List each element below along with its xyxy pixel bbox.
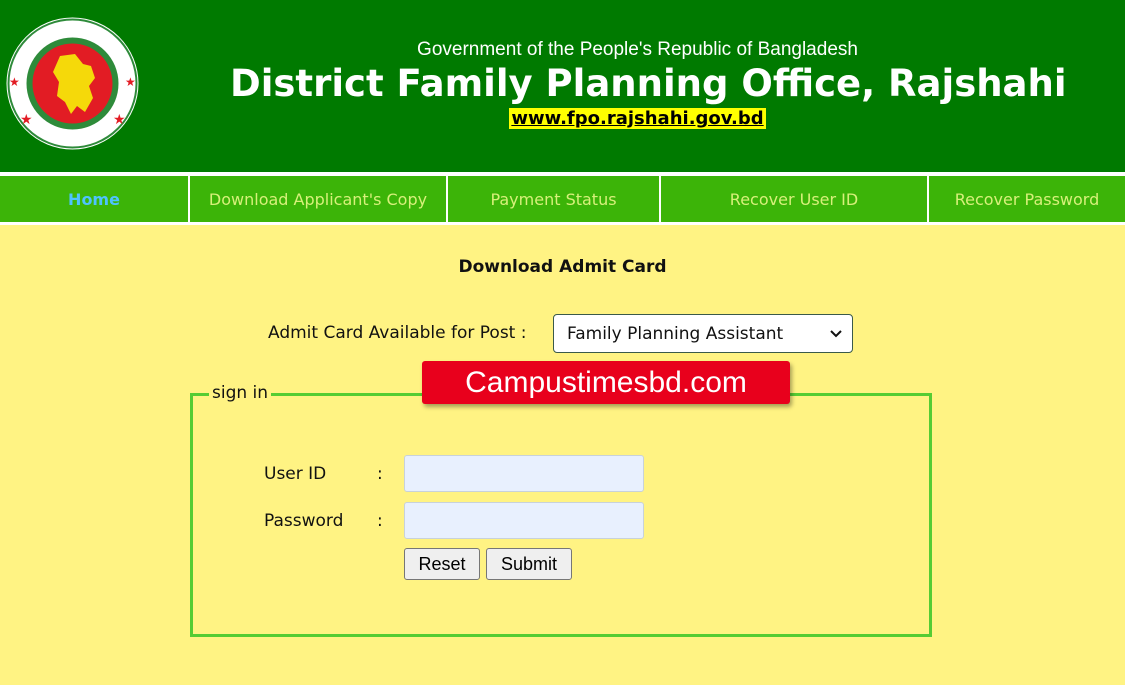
signin-legend: sign in	[209, 383, 272, 403]
nav-payment-status[interactable]: Payment Status	[448, 176, 661, 222]
nav-download-applicants-copy[interactable]: Download Applicant's Copy	[190, 176, 448, 222]
government-line: Government of the People's Republic of B…	[417, 39, 858, 60]
office-title: District Family Planning Office, Rajshah…	[230, 62, 1067, 105]
password-label: Password	[264, 511, 344, 531]
site-header: ★ ★ ★ ★ Government of the People's Repub…	[0, 0, 1125, 172]
user-id-input[interactable]	[404, 455, 644, 492]
chevron-down-icon	[830, 330, 842, 338]
reset-button[interactable]: Reset	[404, 548, 480, 580]
nav-recover-password[interactable]: Recover Password	[929, 176, 1125, 222]
svg-text:★: ★	[20, 112, 33, 128]
bangladesh-emblem-icon: ★ ★ ★ ★	[6, 17, 139, 150]
watermark-banner: Campustimesbd.com	[422, 361, 790, 404]
post-select[interactable]: Family Planning Assistant	[553, 314, 853, 353]
site-url-link[interactable]: www.fpo.rajshahi.gov.bd	[509, 108, 766, 129]
nav-home[interactable]: Home	[0, 176, 190, 222]
user-id-label: User ID	[264, 464, 327, 484]
svg-text:★: ★	[125, 75, 136, 89]
password-colon: :	[377, 511, 383, 531]
site-url-wrapper: www.fpo.rajshahi.gov.bd	[230, 108, 1045, 129]
nav-recover-user-id[interactable]: Recover User ID	[661, 176, 929, 222]
page-heading: Download Admit Card	[458, 257, 667, 277]
submit-button[interactable]: Submit	[486, 548, 572, 580]
post-label: Admit Card Available for Post :	[268, 323, 527, 343]
password-input[interactable]	[404, 502, 644, 539]
user-id-colon: :	[377, 464, 383, 484]
nav-divider	[0, 222, 1125, 225]
main-nav: Home Download Applicant's Copy Payment S…	[0, 176, 1125, 222]
svg-text:★: ★	[113, 112, 126, 128]
post-select-value: Family Planning Assistant	[567, 323, 784, 344]
svg-text:★: ★	[9, 75, 20, 89]
